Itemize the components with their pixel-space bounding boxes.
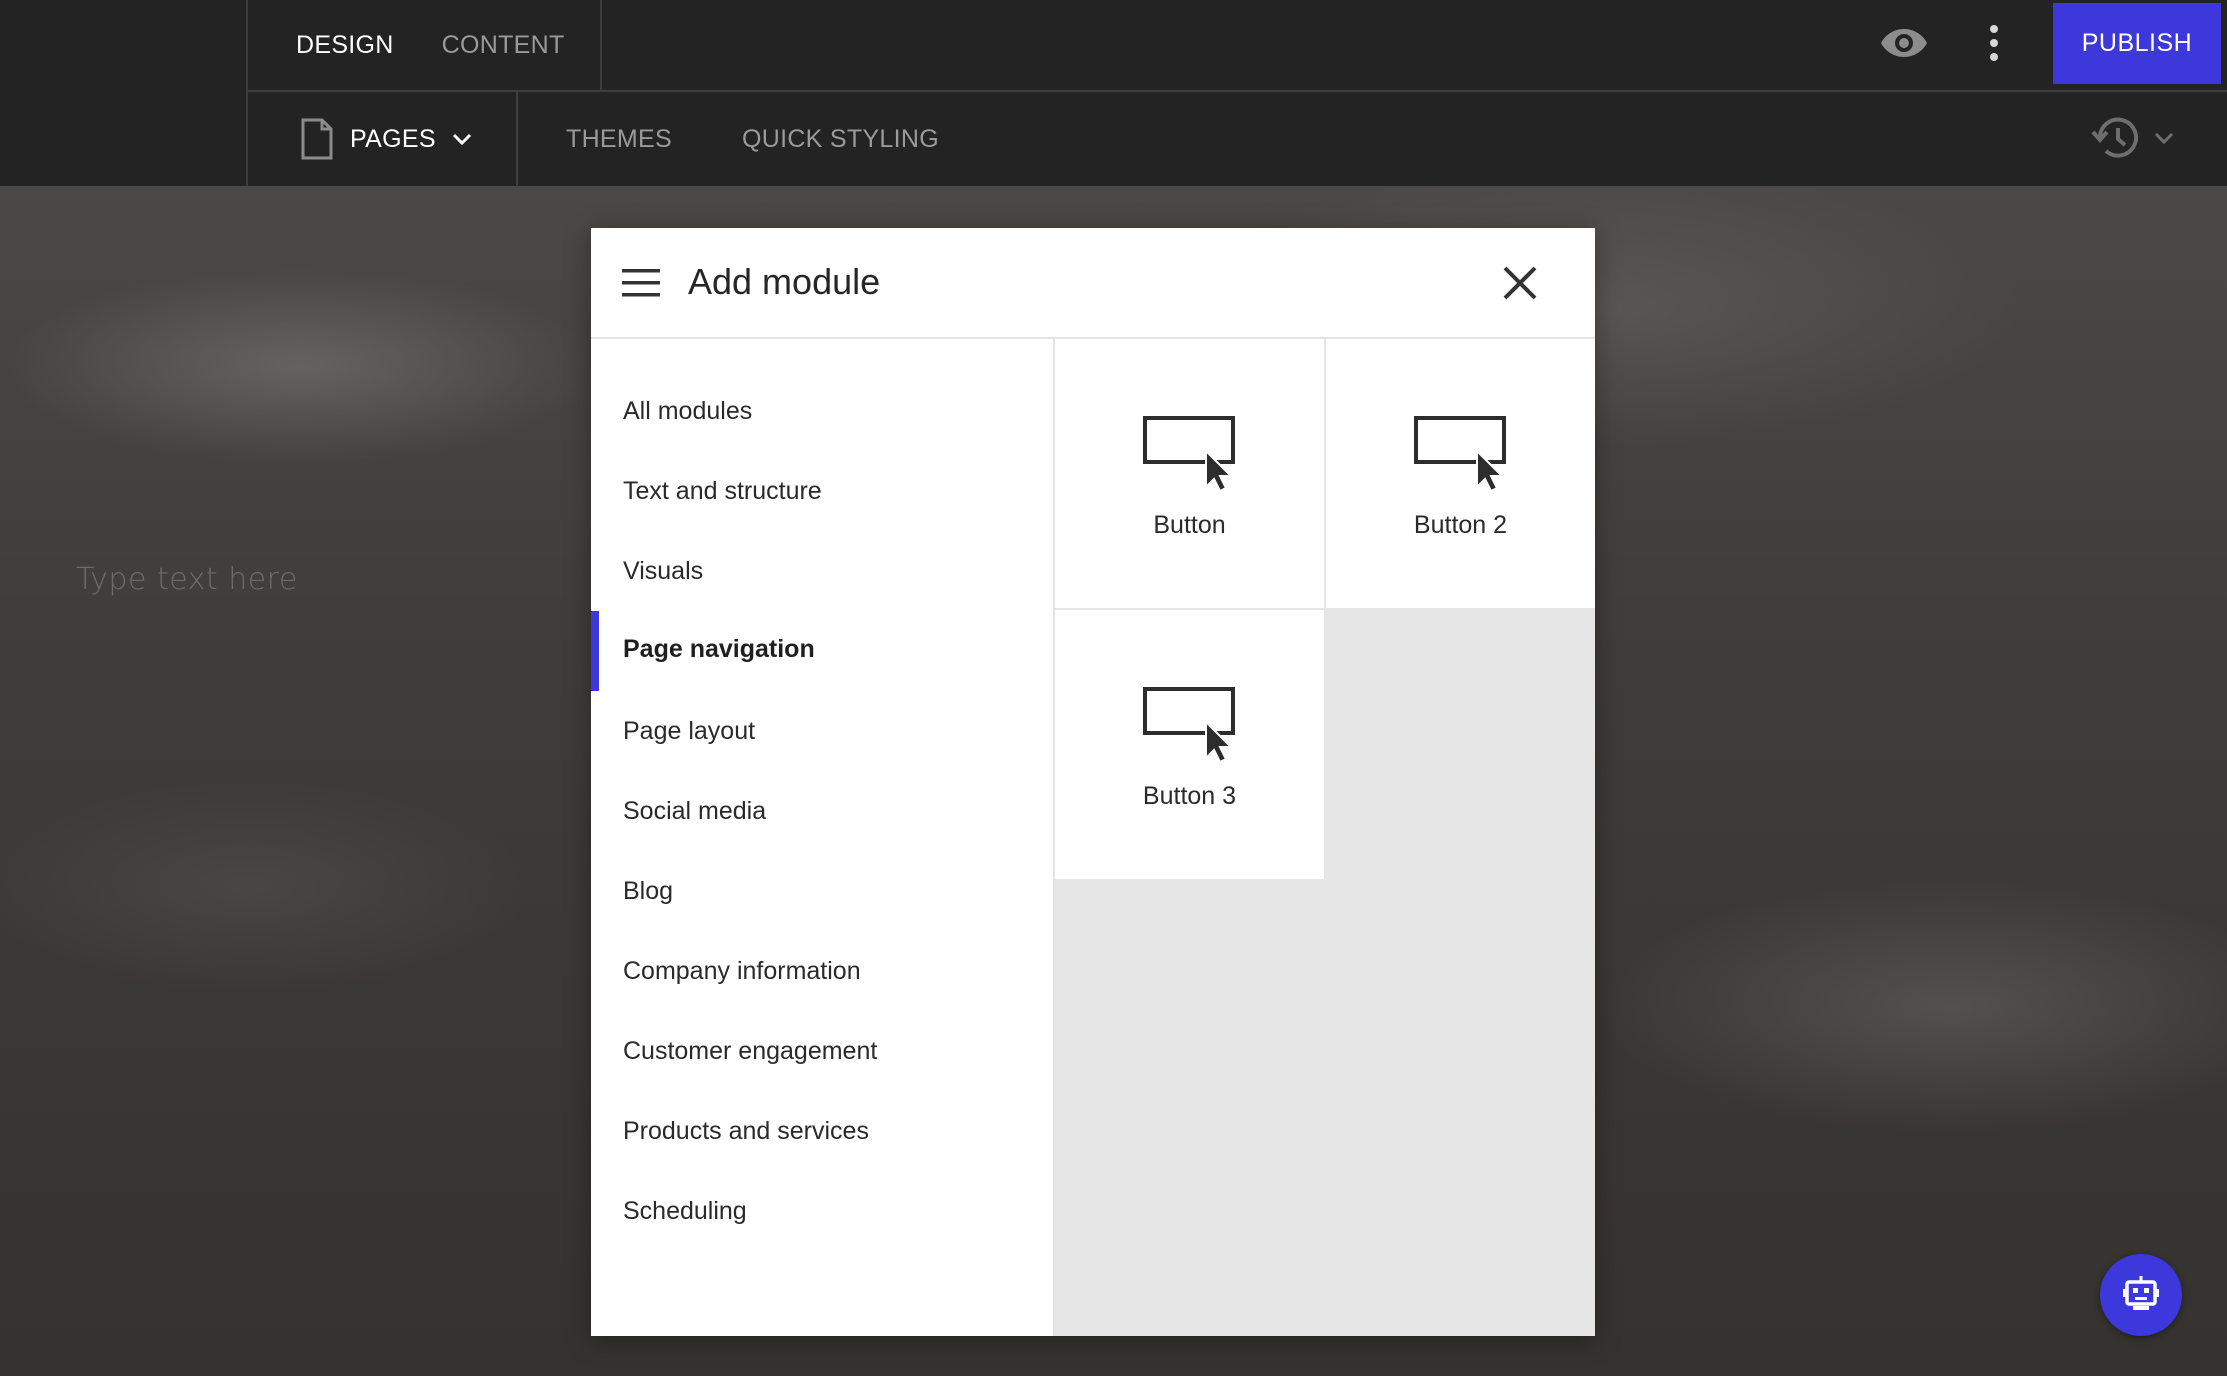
button-cursor-icon	[1413, 416, 1506, 491]
dialog-header: Add module	[591, 228, 1595, 339]
module-grid: Button Button 2 Button 3	[1055, 339, 1595, 1336]
preview-button[interactable]	[1876, 18, 1932, 68]
tab-design[interactable]: DESIGN	[296, 31, 394, 60]
active-category-marker	[591, 611, 599, 691]
history-button[interactable]	[2090, 112, 2200, 164]
tab-content[interactable]: CONTENT	[442, 31, 565, 60]
module-button-2-label: Button 2	[1413, 511, 1508, 539]
category-social-media[interactable]: Social media	[591, 773, 1053, 849]
publish-button[interactable]: PUBLISH	[2053, 3, 2221, 84]
module-button-3[interactable]: Button 3	[1055, 610, 1324, 879]
category-scheduling[interactable]: Scheduling	[591, 1173, 1053, 1249]
sidebar-spacer	[0, 0, 248, 186]
module-button-label: Button	[1153, 511, 1226, 539]
eye-icon	[1881, 29, 1927, 57]
category-company-information[interactable]: Company information	[591, 933, 1053, 1009]
category-page-navigation[interactable]: Page navigation	[591, 611, 1053, 691]
category-page-layout[interactable]: Page layout	[591, 693, 1053, 769]
module-button-2[interactable]: Button 2	[1326, 339, 1595, 608]
pages-label: PAGES	[350, 124, 436, 153]
category-page-navigation-label: Page navigation	[623, 634, 815, 663]
category-products-and-services[interactable]: Products and services	[591, 1093, 1053, 1169]
button-cursor-icon	[1142, 416, 1235, 491]
category-list: All modules Text and structure Visuals P…	[591, 339, 1055, 1336]
pages-dropdown[interactable]: PAGES	[250, 92, 518, 186]
page-icon	[301, 118, 333, 160]
menu-button[interactable]	[621, 264, 661, 302]
close-button[interactable]	[1495, 258, 1545, 308]
help-bot-button[interactable]	[2100, 1254, 2182, 1336]
module-button[interactable]: Button	[1055, 339, 1324, 608]
category-blog[interactable]: Blog	[591, 853, 1053, 929]
module-button-3-label: Button 3	[1142, 782, 1237, 810]
tab-quick-styling[interactable]: QUICK STYLING	[742, 125, 939, 154]
add-module-dialog: Add module All modules Text and structur…	[591, 228, 1595, 1336]
button-cursor-icon	[1142, 687, 1235, 762]
category-all-modules[interactable]: All modules	[591, 373, 1053, 449]
category-customer-engagement[interactable]: Customer engagement	[591, 1013, 1053, 1089]
more-options-button[interactable]	[1976, 18, 2012, 68]
mode-tabs: DESIGN CONTENT	[250, 0, 602, 90]
category-visuals[interactable]: Visuals	[591, 533, 1053, 609]
history-icon	[2091, 117, 2138, 158]
close-icon	[1503, 266, 1537, 300]
robot-icon	[2123, 1276, 2159, 1310]
canvas-text-placeholder[interactable]: Type text here	[76, 562, 298, 597]
more-vertical-icon	[1990, 25, 1998, 61]
design-sub-tabs: THEMES QUICK STYLING	[566, 92, 939, 186]
chevron-down-icon	[452, 133, 471, 146]
history-chevron-icon	[2154, 132, 2174, 145]
hamburger-icon	[622, 269, 660, 297]
category-text-and-structure[interactable]: Text and structure	[591, 453, 1053, 529]
tab-themes[interactable]: THEMES	[566, 125, 672, 154]
dialog-title: Add module	[688, 261, 881, 302]
